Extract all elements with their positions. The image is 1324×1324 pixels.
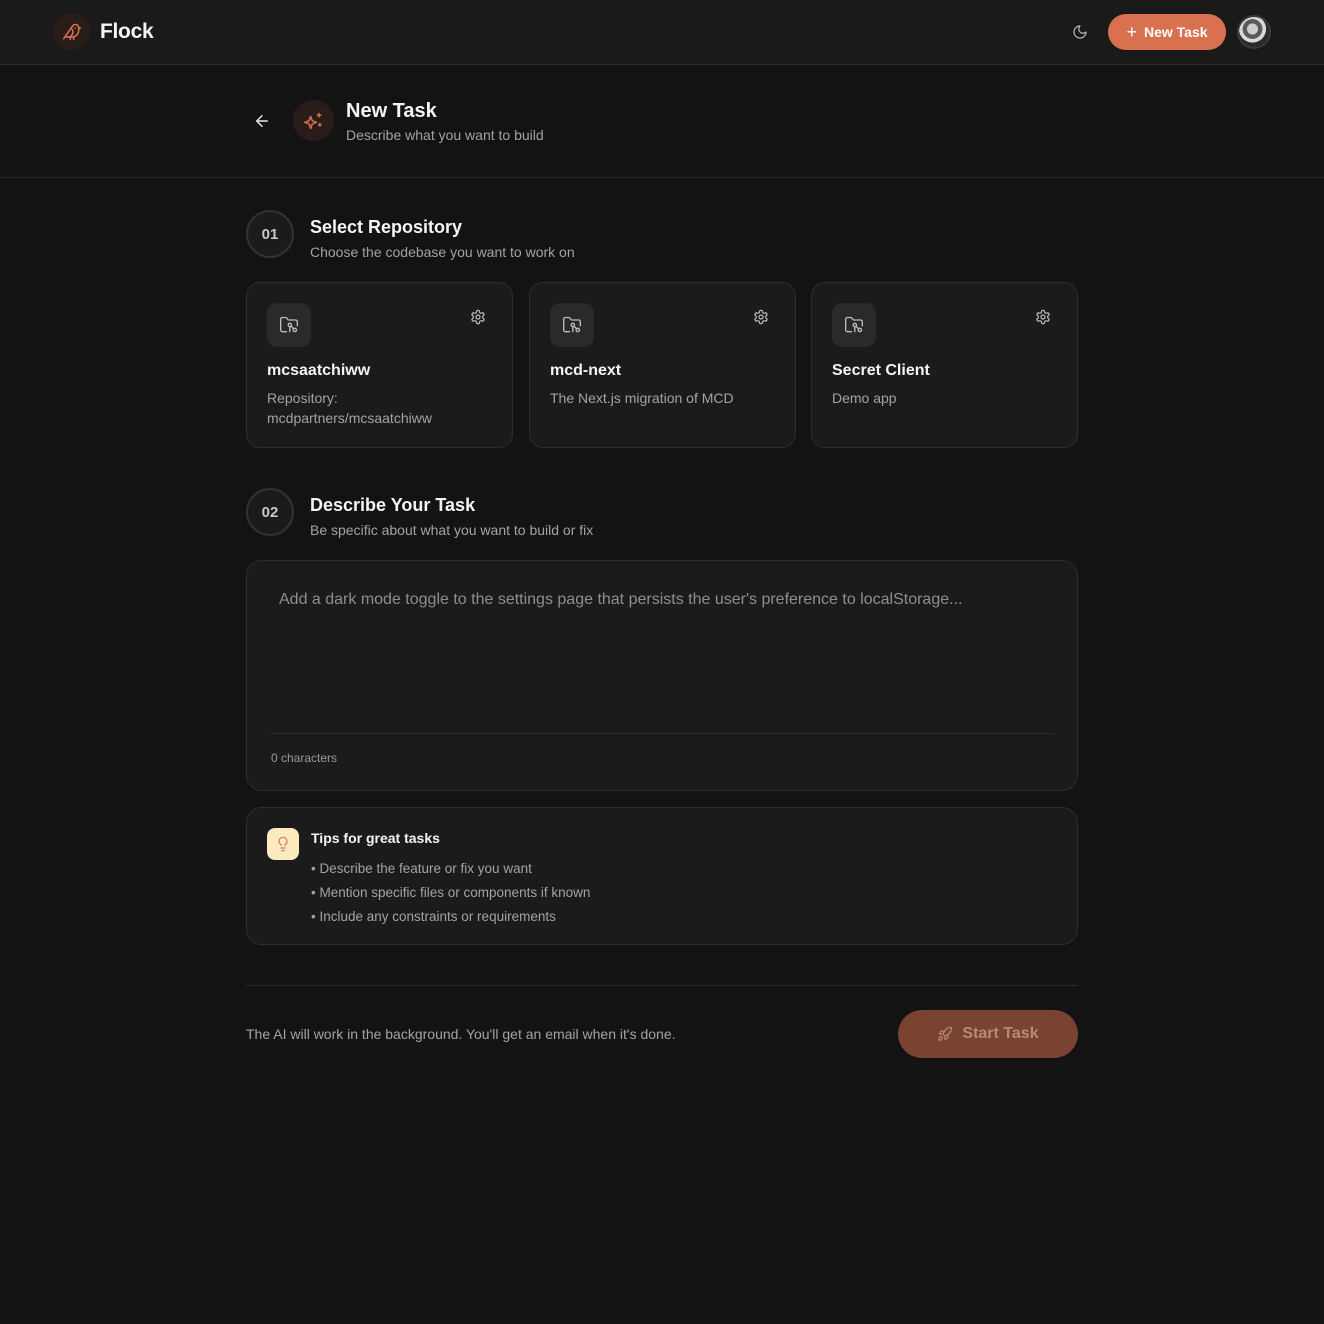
start-task-button-label: Start Task — [962, 1025, 1039, 1042]
step-title: Select Repository — [310, 217, 463, 237]
tips-list: • Describe the feature or fix you want •… — [311, 857, 590, 929]
gear-icon[interactable] — [753, 309, 769, 325]
character-count: 0 characters — [271, 751, 338, 765]
new-task-button-label: New Task — [1143, 24, 1208, 40]
step-number-badge: 01 — [246, 210, 294, 258]
new-task-button[interactable]: + New Task — [1108, 14, 1226, 50]
repo-card-secret-client[interactable]: Secret Client Demo app — [811, 282, 1078, 448]
repo-card-mcd-next[interactable]: mcd-next The Next.js migration of MCD — [529, 282, 796, 448]
tips-title: Tips for great tasks — [311, 830, 440, 846]
repo-description: The Next.js migration of MCD — [550, 390, 734, 406]
repo-description: Demo app — [832, 390, 897, 406]
top-navbar: Flock + New Task — [0, 0, 1324, 65]
repo-name: Secret Client — [832, 362, 930, 379]
repo-card-mcsaatchiww[interactable]: mcsaatchiww Repository: mcdpartners/mcsa… — [246, 282, 513, 448]
bird-icon — [53, 13, 90, 50]
folder-git-icon — [832, 303, 876, 347]
step-title: Describe Your Task — [310, 495, 476, 515]
tip-item: • Describe the feature or fix you want — [311, 861, 532, 876]
app-name: Flock — [100, 19, 154, 43]
page-subtitle: Describe what you want to build — [346, 127, 544, 143]
gear-icon[interactable] — [470, 309, 486, 325]
divider — [246, 985, 1078, 986]
step-subtitle: Be specific about what you want to build… — [310, 522, 594, 538]
background-work-note: The AI will work in the background. You'… — [246, 1026, 676, 1042]
task-description-input[interactable] — [279, 591, 1059, 731]
back-button[interactable] — [250, 109, 274, 133]
page-title: New Task — [346, 100, 437, 122]
step-subtitle: Choose the codebase you want to work on — [310, 244, 575, 260]
tip-item: • Mention specific files or components i… — [311, 885, 591, 900]
avatar[interactable] — [1237, 15, 1271, 49]
repo-name: mcd-next — [550, 362, 622, 379]
start-task-button[interactable]: Start Task — [898, 1010, 1078, 1058]
step-number-badge: 02 — [246, 488, 294, 536]
brand[interactable]: Flock — [53, 13, 154, 50]
repo-description: Repository: mcdpartners/mcsaatchiww — [267, 390, 432, 426]
folder-git-icon — [267, 303, 311, 347]
task-description-panel: 0 characters — [246, 560, 1078, 791]
lightbulb-icon — [267, 828, 299, 860]
tips-panel: Tips for great tasks • Describe the feat… — [246, 807, 1078, 945]
repo-name: mcsaatchiww — [267, 362, 371, 379]
divider — [271, 733, 1054, 734]
tip-item: • Include any constraints or requirement… — [311, 909, 556, 924]
theme-toggle-button[interactable] — [1067, 19, 1093, 45]
rocket-icon — [938, 1026, 953, 1041]
page-header: New Task Describe what you want to build — [0, 65, 1324, 178]
gear-icon[interactable] — [1035, 309, 1051, 325]
moon-icon — [1073, 25, 1087, 39]
sparkles-icon — [293, 100, 334, 141]
folder-git-icon — [550, 303, 594, 347]
plus-icon: + — [1126, 22, 1137, 42]
arrow-left-icon — [256, 115, 268, 127]
